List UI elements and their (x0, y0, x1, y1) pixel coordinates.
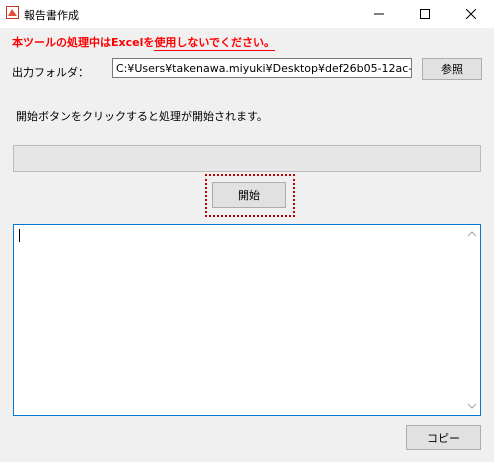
scroll-up-arrow-icon[interactable] (463, 225, 480, 242)
title-bar[interactable]: 報告書作成 (0, 0, 494, 28)
minimize-button[interactable] (356, 0, 402, 28)
warning-message: 本ツールの処理中はExcelを使用しないでください。 (12, 34, 276, 51)
browse-button[interactable]: 参照 (422, 58, 482, 80)
instruction-text: 開始ボタンをクリックすると処理が開始されます。 (16, 110, 268, 123)
maximize-button[interactable] (402, 0, 448, 28)
maximize-icon (420, 9, 430, 19)
minimize-icon (374, 13, 384, 15)
app-report-icon (6, 6, 19, 19)
close-button[interactable] (448, 0, 494, 28)
scroll-down-arrow-icon[interactable] (463, 398, 480, 415)
warning-text: 本ツールの処理中はExcelを (12, 36, 155, 49)
log-scrollbar[interactable] (463, 225, 480, 415)
warning-underlined-text: 使用しないでください。 (154, 36, 276, 51)
start-button[interactable]: 開始 (212, 182, 286, 208)
window-title: 報告書作成 (24, 9, 79, 22)
output-folder-field[interactable]: C:¥Users¥takenawa.miyuki¥Desktop¥def26b0… (112, 58, 412, 78)
output-folder-label: 出力フォルダ： (12, 66, 89, 79)
progress-bar (13, 145, 481, 172)
close-icon (466, 9, 476, 19)
log-textarea[interactable] (13, 224, 481, 416)
text-caret (19, 229, 20, 242)
copy-button[interactable]: コピー (406, 425, 481, 450)
